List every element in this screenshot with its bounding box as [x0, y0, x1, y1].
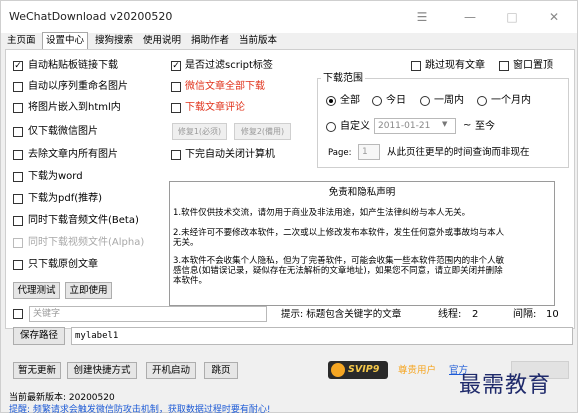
crown-icon	[331, 363, 345, 377]
disclaimer-title: 免责和隐私声明	[328, 187, 396, 198]
close-icon[interactable]: ✕	[533, 1, 575, 33]
option-label: 微信文章全部下载	[185, 81, 265, 92]
app-window: WeChatDownload v20200520 ☰ — □ ✕ 主页面 设置中…	[0, 0, 578, 413]
checkbox-filter-script[interactable]: ✓	[171, 61, 181, 71]
svip-label: SVIP9	[348, 364, 380, 375]
until-now-label: 至今	[475, 121, 495, 132]
menu-icon[interactable]: ☰	[401, 1, 443, 33]
chevron-down-icon[interactable]: ▼	[442, 120, 447, 128]
disclaimer-line: 1.软件仅供技术交流，请勿用于商业及非法用途，如产生法律纠纷与本人无关。	[173, 208, 471, 218]
keyword-hint: 提示: 标题包含关键字的文章	[281, 309, 402, 320]
radio-label: 今日	[386, 95, 406, 106]
fix1-button[interactable]: 修复1(必须)	[172, 123, 227, 140]
tab-version[interactable]: 当前版本	[236, 34, 280, 49]
checkbox-download-video[interactable]	[13, 238, 23, 248]
option-label: 下载文章评论	[185, 102, 245, 113]
checkbox-clipboard[interactable]: ✓	[13, 61, 23, 71]
radio-custom[interactable]	[326, 122, 336, 132]
radio-all[interactable]	[326, 96, 336, 106]
disclaimer-box: 免责和隐私声明 1.软件仅供技术交流，请勿用于商业及非法用途，如产生法律纠纷与本…	[169, 181, 555, 306]
keyword-input[interactable]: 关键字	[29, 306, 267, 322]
radio-label: 全部	[340, 95, 360, 106]
option-label: 同时下载视频文件(Alpha)	[28, 237, 145, 248]
checkbox-original-only[interactable]	[13, 260, 23, 270]
option-label: 只下载原创文章	[28, 259, 98, 270]
keyword-placeholder: 关键字	[33, 309, 61, 319]
option-label: 自动粘贴板链接下载	[28, 60, 118, 71]
tab-instructions[interactable]: 使用说明	[140, 34, 184, 49]
disclaimer-line: 2.未经许可不要修改本软件，二次或以上修改发布本软件，发生任何意外或事故均与本人	[173, 228, 505, 238]
radio-month[interactable]	[477, 96, 487, 106]
page-label: Page:	[328, 148, 352, 158]
disclaimer-line: 本软件。	[173, 276, 208, 286]
page-value: 1	[362, 147, 368, 157]
option-label: 下完自动关闭计算机	[185, 149, 275, 160]
proxy-test-button[interactable]: 代理测试	[13, 282, 60, 299]
radio-label: 一个月内	[491, 95, 531, 106]
disclaimer-line: 感信息(如错误记录，疑似存在无法解析的文章地址)，如果您不同意，请立即关闭并删除	[173, 266, 503, 276]
checkbox-download-all-articles[interactable]	[171, 82, 181, 92]
tab-donate[interactable]: 捐助作者	[188, 34, 232, 49]
window-title: WeChatDownload v20200520	[9, 10, 173, 23]
create-shortcut-button[interactable]: 创建快捷方式	[67, 362, 137, 379]
tab-settings[interactable]: 设置中心	[42, 32, 89, 50]
option-label: 自动以序列重命名图片	[28, 81, 128, 92]
disclaimer-line: 无关。	[173, 238, 199, 248]
watermark-text: 最需教育	[459, 373, 552, 398]
checkbox-keyword[interactable]	[13, 309, 23, 319]
option-label: 去除文章内所有图片	[28, 149, 118, 160]
checkbox-embed-images[interactable]	[13, 103, 23, 113]
save-path-field[interactable]: mylabel1	[71, 327, 573, 345]
radio-week[interactable]	[420, 96, 430, 106]
checkbox-download-pdf[interactable]	[13, 194, 23, 204]
disclaimer-line: 3.本软件不会收集个人隐私，但为了完善软件，可能会收集一些本软件范围内的非个人敏	[173, 256, 505, 266]
checkbox-download-word[interactable]	[13, 172, 23, 182]
option-label: 跳过现有文章	[425, 60, 485, 71]
page-hint: 从此页往更早的时间查询而非现在	[387, 147, 530, 158]
option-label: 是否过滤script标签	[185, 60, 273, 71]
checkbox-download-audio[interactable]	[13, 216, 23, 226]
minimize-icon[interactable]: —	[449, 1, 491, 33]
option-label: 下载为word	[28, 171, 83, 182]
checkbox-download-comments[interactable]	[171, 103, 181, 113]
checkbox-always-on-top[interactable]	[499, 61, 509, 71]
threads-label: 线程:	[438, 309, 462, 320]
svip-badge: SVIP9	[328, 361, 388, 379]
proxy-use-button[interactable]: 立即使用	[65, 282, 112, 299]
checkbox-wechat-images-only[interactable]	[13, 127, 23, 137]
radio-label: 自定义	[340, 121, 370, 132]
title-bar: WeChatDownload v20200520 ☰ — □ ✕	[1, 1, 577, 33]
option-label: 仅下载微信图片	[28, 126, 98, 137]
checkbox-shutdown[interactable]	[171, 150, 181, 160]
option-label: 同时下载音频文件(Beta)	[28, 215, 139, 226]
checkbox-rename-images[interactable]	[13, 82, 23, 92]
jump-page-button[interactable]: 跳页	[204, 362, 238, 379]
range-tilde: ~	[463, 120, 472, 131]
save-path-value: mylabel1	[75, 331, 119, 341]
no-update-button[interactable]: 暂无更新	[13, 362, 61, 379]
option-label: 下载为pdf(推荐)	[28, 193, 103, 204]
maximize-icon[interactable]: □	[491, 1, 533, 33]
download-range-title: 下载范围	[321, 73, 365, 85]
threads-value: 2	[472, 309, 479, 320]
date-value: 2011-01-21	[378, 121, 431, 131]
tab-main[interactable]: 主页面	[4, 34, 39, 49]
option-label: 窗口置顶	[513, 60, 553, 71]
page-input[interactable]: 1	[358, 144, 380, 160]
fix2-button[interactable]: 修复2(備用)	[234, 123, 291, 140]
save-path-button[interactable]: 保存路径	[13, 327, 65, 345]
interval-label: 间隔:	[513, 309, 537, 320]
checkbox-skip-existing[interactable]	[411, 61, 421, 71]
radio-today[interactable]	[372, 96, 382, 106]
option-label: 将图片嵌入到html内	[28, 102, 121, 113]
tab-sogou-search[interactable]: 搜狗搜索	[92, 34, 136, 49]
radio-label: 一周内	[434, 95, 464, 106]
checkbox-remove-images[interactable]	[13, 150, 23, 160]
interval-value: 10	[546, 309, 559, 320]
vip-user-label: 尊贵用户	[398, 365, 437, 376]
tip-status: 提醒: 频繁请求会触发微信防攻击机制，获取数据过程时要有耐心!	[9, 405, 271, 413]
startup-button[interactable]: 开机启动	[146, 362, 196, 379]
